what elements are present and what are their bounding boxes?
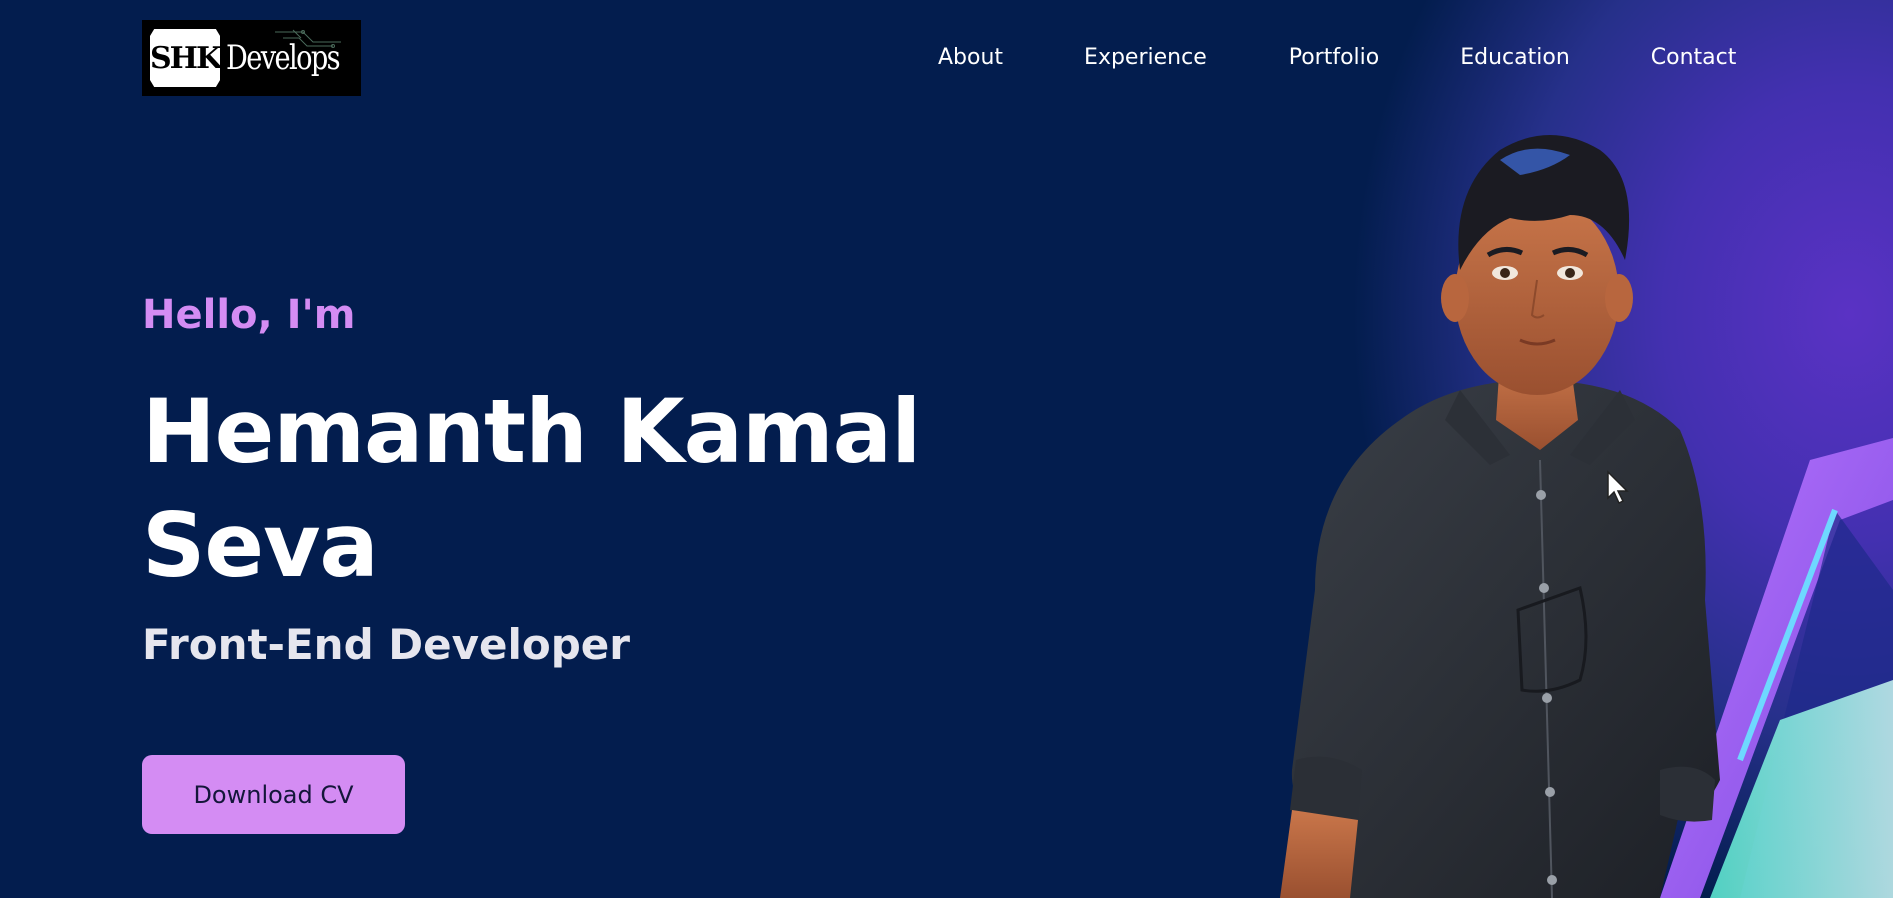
nav-experience[interactable]: Experience: [1084, 44, 1207, 72]
avatar-illustration: [1100, 120, 1893, 898]
hero-name: Hemanth Kamal Seva: [142, 380, 921, 597]
hero-greeting: Hello, I'm: [142, 292, 356, 338]
hero-page: SHK Develops About Experience Portfolio …: [0, 0, 1893, 898]
logo-box: SHK: [150, 29, 221, 87]
nav-about[interactable]: About: [938, 44, 1003, 72]
download-cv-button[interactable]: Download CV: [142, 755, 405, 834]
main-nav: About Experience Portfolio Education Con…: [938, 44, 1736, 72]
mouse-cursor-icon: [1607, 470, 1629, 505]
avatar-icon: [1280, 135, 1893, 898]
hero-role: Front-End Developer: [142, 620, 630, 669]
nav-portfolio[interactable]: Portfolio: [1289, 44, 1380, 72]
circuit-lines-icon: [275, 29, 341, 48]
nav-contact[interactable]: Contact: [1651, 44, 1737, 72]
site-logo[interactable]: SHK Develops: [142, 20, 361, 96]
nav-education[interactable]: Education: [1460, 44, 1570, 72]
